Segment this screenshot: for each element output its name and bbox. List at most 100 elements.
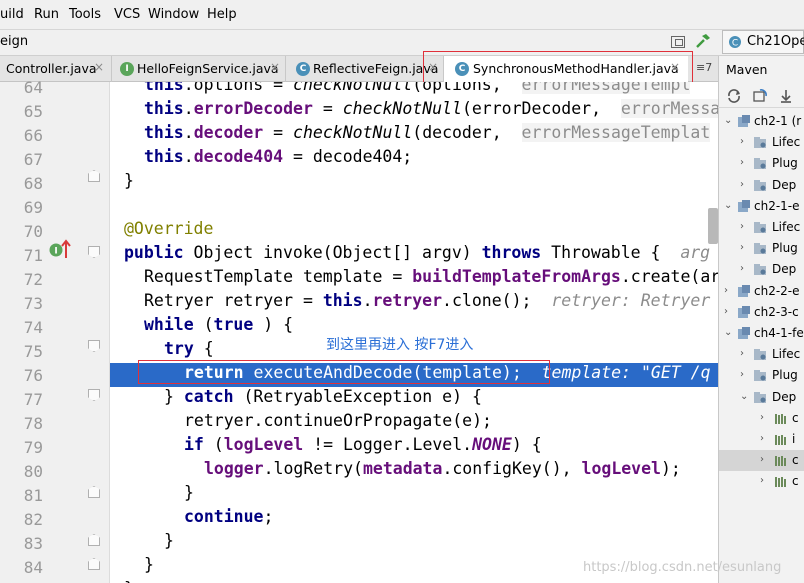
- maven-tree-label: ch2-2-e: [754, 283, 800, 298]
- maven-tree-item[interactable]: ⌄ ch4-1-fe: [719, 323, 804, 344]
- code-line[interactable]: this.errorDecoder = checkNotNull(errorDe…: [110, 99, 718, 123]
- menu-window[interactable]: Window: [148, 7, 199, 22]
- tab-reflective-feign[interactable]: C ReflectiveFeign.java ×: [286, 56, 444, 82]
- maven-tree-item[interactable]: › c: [719, 408, 804, 429]
- chevron-icon[interactable]: ›: [760, 433, 764, 444]
- code-token: .: [183, 99, 194, 118]
- tab-highlight-box: [423, 51, 693, 85]
- chevron-icon[interactable]: ⌄: [740, 391, 748, 402]
- code-token: =: [263, 123, 294, 142]
- folder-gear-icon: [754, 243, 766, 255]
- code-line[interactable]: }: [110, 579, 718, 583]
- code-token: (errorDecoder,: [461, 99, 621, 118]
- tab-overflow-menu[interactable]: ≡7: [696, 61, 712, 74]
- code-line[interactable]: RequestTemplate template = buildTemplate…: [110, 267, 718, 291]
- code-token: retryer: [372, 291, 443, 310]
- code-line[interactable]: public Object invoke(Object[] argv) thro…: [110, 243, 718, 267]
- chevron-icon[interactable]: ›: [740, 179, 744, 190]
- code-text: if (logLevel != Logger.Level.NONE) {: [184, 435, 542, 454]
- class-icon: C: [296, 62, 310, 76]
- code-text: logger.logRetry(metadata.configKey(), lo…: [204, 459, 681, 478]
- maven-tree-item[interactable]: › Lifec: [719, 132, 804, 153]
- chevron-icon[interactable]: ⌄: [724, 200, 732, 211]
- code-token: }: [184, 483, 194, 502]
- code-line[interactable]: } catch (RetryableException e) {: [110, 387, 718, 411]
- chevron-icon[interactable]: ›: [740, 136, 744, 147]
- chevron-icon[interactable]: ›: [740, 157, 744, 168]
- maven-tree-item[interactable]: › c: [719, 471, 804, 492]
- maven-tree-item[interactable]: › Plug: [719, 153, 804, 174]
- folder-gear-icon: [754, 137, 766, 149]
- tab-label: HelloFeignService.java: [137, 61, 279, 76]
- reimport-icon[interactable]: [752, 88, 768, 104]
- editor-scrollbar[interactable]: [708, 208, 718, 244]
- menu-vcs[interactable]: VCS: [114, 7, 140, 22]
- maven-tree-item[interactable]: › Dep: [719, 175, 804, 196]
- hammer-icon[interactable]: [695, 33, 711, 49]
- chevron-icon[interactable]: ›: [740, 369, 744, 380]
- maven-tree-item[interactable]: › Plug: [719, 238, 804, 259]
- code-token: errorDecoder: [193, 99, 313, 118]
- menu-run[interactable]: Run: [34, 7, 59, 22]
- code-line[interactable]: if (logLevel != Logger.Level.NONE) {: [110, 435, 718, 459]
- code-line[interactable]: }: [110, 483, 718, 507]
- code-line[interactable]: this.options = checkNotNull(options, err…: [110, 82, 718, 99]
- code-line[interactable]: @Override: [110, 219, 718, 243]
- menu-help[interactable]: Help: [207, 7, 237, 22]
- layout-icon[interactable]: [671, 36, 685, 48]
- maven-tree-label: Lifec: [772, 135, 801, 150]
- maven-tree-item[interactable]: ⌄ ch2-1 (r: [719, 111, 804, 132]
- code-line[interactable]: continue;: [110, 507, 718, 531]
- chevron-icon[interactable]: ›: [740, 221, 744, 232]
- folder-gear-icon: [754, 264, 766, 276]
- code-line[interactable]: logger.logRetry(metadata.configKey(), lo…: [110, 459, 718, 483]
- maven-tree-item[interactable]: › i: [719, 429, 804, 450]
- refresh-icon[interactable]: [726, 88, 742, 104]
- close-icon[interactable]: ×: [94, 60, 104, 74]
- code-editor[interactable]: this.options = checkNotNull(options, err…: [110, 82, 718, 583]
- code-line[interactable]: [110, 195, 718, 219]
- code-line[interactable]: }: [110, 171, 718, 195]
- maven-tree-item[interactable]: › c: [719, 450, 804, 472]
- line-number: 70: [23, 222, 43, 241]
- menu-build[interactable]: uild: [0, 7, 24, 22]
- maven-tree-item[interactable]: ⌄ Dep: [719, 387, 804, 408]
- code-token: arg: [680, 243, 711, 262]
- menu-tools[interactable]: Tools: [69, 7, 101, 22]
- maven-tree-item[interactable]: › Dep: [719, 259, 804, 280]
- code-token: (: [193, 315, 214, 334]
- chevron-icon[interactable]: ›: [760, 412, 764, 423]
- code-line[interactable]: this.decoder = checkNotNull(decoder, err…: [110, 123, 718, 147]
- code-line[interactable]: this.decode404 = decode404;: [110, 147, 718, 171]
- folder-gear-icon: [754, 391, 766, 403]
- chevron-icon[interactable]: ›: [760, 454, 764, 465]
- chevron-icon[interactable]: ›: [740, 263, 744, 274]
- code-token: RequestTemplate template =: [144, 267, 413, 286]
- maven-tree-label: Dep: [772, 177, 797, 192]
- download-icon[interactable]: [778, 88, 794, 104]
- code-token: != Logger.Level.: [303, 435, 473, 454]
- chevron-icon[interactable]: ›: [740, 348, 744, 359]
- chevron-icon[interactable]: ›: [760, 475, 764, 486]
- maven-tree-label: ch2-1-e: [754, 198, 800, 213]
- chevron-icon[interactable]: ⌄: [724, 115, 732, 126]
- maven-tree-item[interactable]: › ch2-2-e: [719, 281, 804, 302]
- chevron-icon[interactable]: ⌄: [724, 327, 732, 338]
- maven-tree-item[interactable]: › Plug: [719, 365, 804, 386]
- chevron-icon[interactable]: ›: [740, 242, 744, 253]
- code-line[interactable]: Retryer retryer = this.retryer.clone(); …: [110, 291, 718, 315]
- code-line[interactable]: }: [110, 531, 718, 555]
- maven-tree-item[interactable]: › Lifec: [719, 344, 804, 365]
- run-configuration-select[interactable]: C Ch21Ope: [722, 30, 804, 54]
- maven-tree-item[interactable]: ⌄ ch2-1-e: [719, 196, 804, 217]
- tab-hello-feign-service[interactable]: I HelloFeignService.java ×: [112, 56, 286, 82]
- chevron-icon[interactable]: ›: [724, 306, 728, 317]
- breadcrumb-project[interactable]: eign: [0, 34, 28, 49]
- chevron-icon[interactable]: ›: [724, 285, 728, 296]
- code-line[interactable]: retryer.continueOrPropagate(e);: [110, 411, 718, 435]
- maven-tree-item[interactable]: › ch2-3-c: [719, 302, 804, 323]
- maven-tree-item[interactable]: › Lifec: [719, 217, 804, 238]
- close-icon[interactable]: ×: [270, 60, 280, 74]
- arrow-up-icon[interactable]: [61, 239, 71, 259]
- code-text: continue;: [184, 507, 273, 526]
